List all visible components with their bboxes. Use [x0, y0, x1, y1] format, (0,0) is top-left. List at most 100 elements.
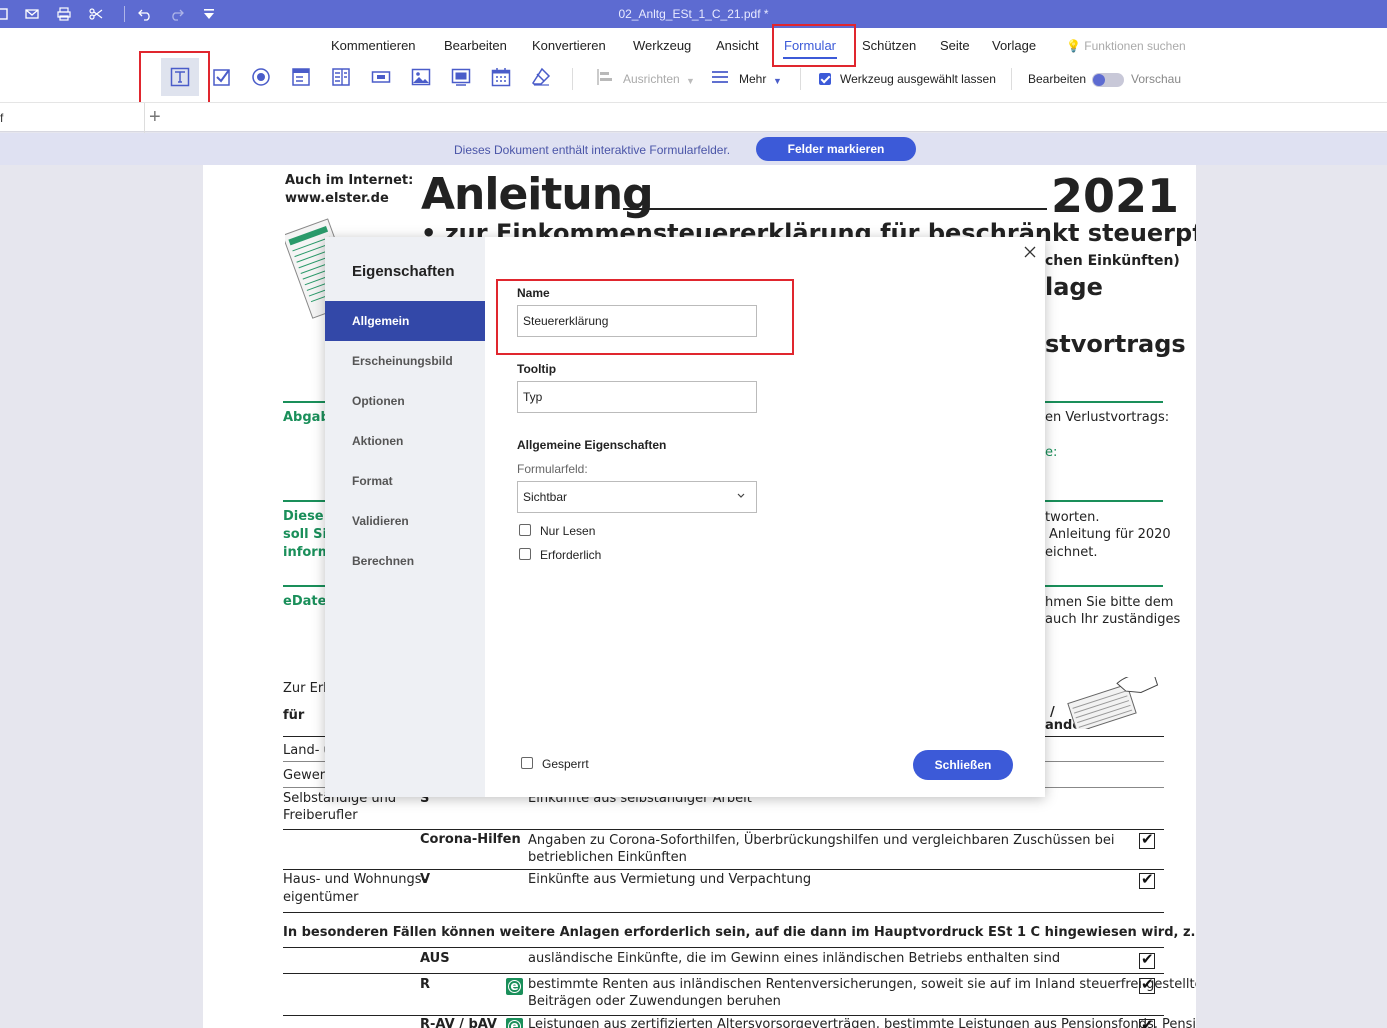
- document-tab-row: f +: [0, 102, 1387, 133]
- menu-bearbeiten[interactable]: Bearbeiten: [444, 38, 507, 53]
- nav-erscheinungsbild[interactable]: Erscheinungsbild: [325, 341, 485, 381]
- align-dropdown-icon[interactable]: ▼: [686, 76, 695, 86]
- button-tool[interactable]: [370, 66, 392, 88]
- tab-divider: [144, 103, 145, 133]
- green-rule: [283, 401, 325, 403]
- more-menu-icon[interactable]: [709, 66, 731, 88]
- locked-checkbox[interactable]: [521, 757, 533, 769]
- document-tab[interactable]: f: [0, 111, 3, 125]
- signature-field-tool[interactable]: [450, 66, 472, 88]
- feature-search-label: Funktionen suchen: [1084, 39, 1186, 53]
- form-field-visibility-select[interactable]: Sichtbar: [517, 481, 757, 513]
- highlight-formular-menu: [772, 24, 856, 67]
- table-rule: [283, 947, 1164, 948]
- form-field-label: Formularfeld:: [517, 462, 588, 476]
- green-rule: [1045, 401, 1163, 403]
- date-field-tool[interactable]: [490, 66, 512, 88]
- menu-kommentieren[interactable]: Kommentieren: [331, 38, 416, 53]
- form-field-visibility-value: Sichtbar: [523, 490, 568, 504]
- align-icon[interactable]: [594, 66, 616, 88]
- chevron-down-icon: [737, 493, 745, 498]
- checkbox-tool[interactable]: [211, 66, 233, 88]
- r-desc-2: Beiträgen oder Zuwendungen beruhen: [528, 994, 781, 1009]
- title-rule: [623, 208, 1047, 210]
- doc-frag-lage: lage: [1045, 273, 1103, 301]
- required-label: Erforderlich: [540, 548, 602, 562]
- table-rule: [283, 973, 1164, 974]
- properties-dialog: Eigenschaften Allgemein Erscheinungsbild…: [325, 237, 1045, 797]
- lightbulb-icon: 💡: [1066, 39, 1081, 53]
- doc-frag-r3: eichnet.: [1045, 545, 1098, 560]
- haus-label-1: Haus- und Wohnungs-: [283, 872, 427, 887]
- menu-konvertieren[interactable]: Konvertieren: [532, 38, 606, 53]
- required-checkbox[interactable]: [519, 548, 531, 560]
- preview-mode-label[interactable]: Vorschau: [1131, 72, 1181, 86]
- elster-e-badge-icon: e: [506, 1018, 523, 1028]
- aus-desc: ausländische Einkünfte, die im Gewinn ei…: [528, 951, 1061, 966]
- doc-year: 2021: [1051, 169, 1180, 223]
- close-icon[interactable]: [1023, 245, 1037, 259]
- form-notice-bar: Dieses Dokument enthält interaktive Form…: [0, 133, 1387, 165]
- nav-aktionen[interactable]: Aktionen: [325, 421, 485, 461]
- edit-preview-toggle[interactable]: [1092, 73, 1124, 87]
- menu-werkzeug[interactable]: Werkzeug: [633, 38, 691, 53]
- tooltip-input[interactable]: Typ: [517, 381, 757, 413]
- general-properties-label: Allgemeine Eigenschaften: [517, 438, 667, 452]
- elster-e-badge-icon: e: [506, 978, 523, 995]
- edit-mode-label[interactable]: Bearbeiten: [1028, 72, 1086, 86]
- radio-button-tool[interactable]: [250, 66, 272, 88]
- nav-format[interactable]: Format: [325, 461, 485, 501]
- tool-separator: [800, 68, 801, 90]
- align-label[interactable]: Ausrichten: [623, 72, 680, 86]
- new-tab-icon[interactable]: +: [149, 106, 161, 129]
- combo-box-tool[interactable]: [290, 66, 312, 88]
- v-label: V: [420, 872, 431, 887]
- highlight-name-field: [496, 279, 794, 355]
- nav-allgemein[interactable]: Allgemein: [325, 301, 485, 341]
- document-title: 02_Anltg_ESt_1_C_21.pdf *: [618, 7, 769, 21]
- menu-ansicht[interactable]: Ansicht: [716, 38, 759, 53]
- aus-checkbox[interactable]: [1139, 950, 1155, 969]
- locked-label: Gesperrt: [542, 757, 589, 771]
- nav-optionen[interactable]: Optionen: [325, 381, 485, 421]
- menu-schuetzen[interactable]: Schützen: [862, 38, 916, 53]
- internet-label: Auch im Internet:: [285, 173, 414, 188]
- nav-berechnen[interactable]: Berechnen: [325, 541, 485, 581]
- doc-frag-r2: Anleitung für 2020: [1049, 527, 1171, 542]
- green-rule: [283, 585, 325, 587]
- corona-checkbox[interactable]: [1139, 830, 1155, 849]
- table-rule: [283, 829, 1164, 830]
- tooltip-label: Tooltip: [517, 362, 557, 376]
- r-checkbox[interactable]: [1139, 975, 1155, 994]
- r-desc-1: bestimmte Renten aus inländischen Renten…: [528, 977, 1196, 992]
- tool-separator: [572, 68, 573, 90]
- aus-label: AUS: [420, 951, 450, 966]
- highlight-fields-button[interactable]: Felder markieren: [756, 137, 916, 161]
- doc-frag-einkuenften: chen Einkünften): [1045, 253, 1180, 269]
- rav-label: R-AV / bAV: [420, 1017, 497, 1028]
- v-desc: Einkünfte aus Vermietung und Verpachtung: [528, 872, 812, 887]
- haus-label-2: eigentümer: [283, 890, 359, 905]
- dialog-title: Eigenschaften: [352, 263, 455, 280]
- menu-vorlage[interactable]: Vorlage: [992, 38, 1036, 53]
- close-dialog-button[interactable]: Schließen: [913, 750, 1013, 780]
- green-rule: [283, 500, 325, 502]
- more-label[interactable]: Mehr: [739, 72, 766, 86]
- nav-validieren[interactable]: Validieren: [325, 501, 485, 541]
- green-rule: [1045, 585, 1163, 587]
- more-dropdown-icon[interactable]: ▼: [773, 76, 782, 86]
- table-rule: [283, 912, 1164, 913]
- menu-seite[interactable]: Seite: [940, 38, 970, 53]
- list-box-tool[interactable]: [330, 66, 352, 88]
- v-checkbox[interactable]: [1139, 870, 1155, 889]
- keep-tool-checkbox[interactable]: [819, 73, 831, 85]
- corona-label: Corona-Hilfen: [420, 832, 521, 847]
- eraser-icon[interactable]: [530, 66, 552, 88]
- ribbon: Kommentieren Bearbeiten Konvertieren Wer…: [0, 24, 1387, 110]
- rav-checkbox[interactable]: [1139, 1016, 1155, 1028]
- doc-frag-r1: tworten.: [1045, 510, 1100, 525]
- image-field-tool[interactable]: [410, 66, 432, 88]
- readonly-checkbox[interactable]: [519, 524, 531, 536]
- doc-title: Anleitung: [421, 169, 654, 220]
- feature-search[interactable]: 💡 Funktionen suchen: [1066, 39, 1186, 53]
